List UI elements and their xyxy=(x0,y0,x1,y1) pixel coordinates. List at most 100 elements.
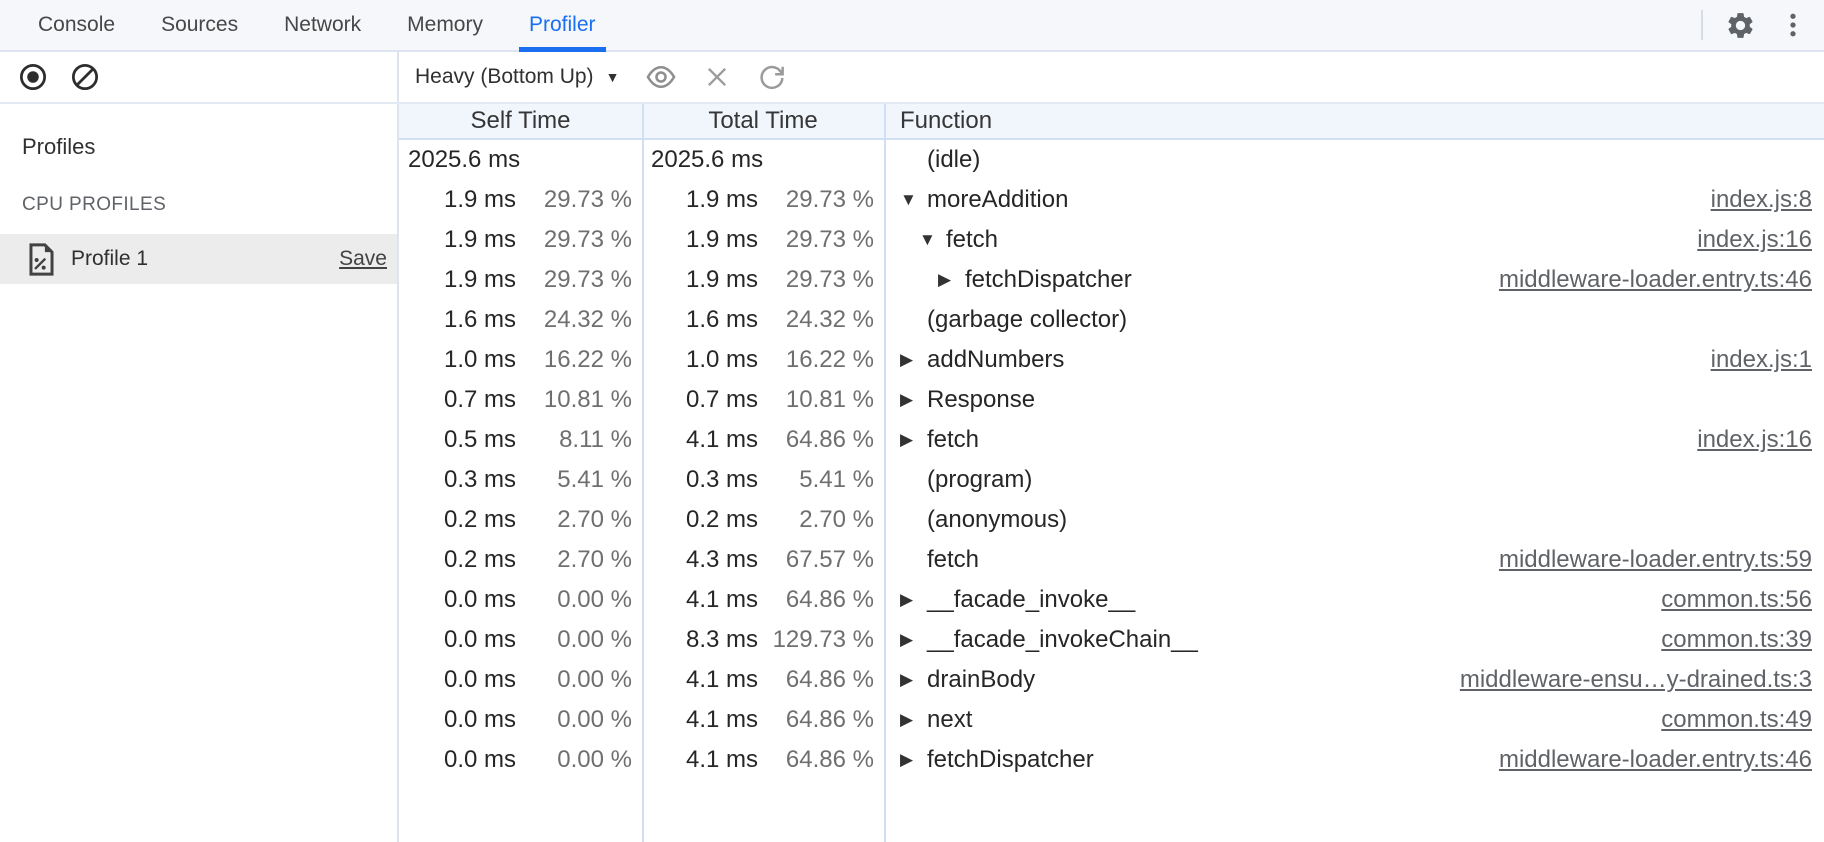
self-time-cell-ms: 1.6 ms xyxy=(404,306,516,334)
table-row[interactable]: 0.2 ms2.70 %0.2 ms2.70 %(anonymous) xyxy=(399,500,1824,540)
source-file-link[interactable]: middleware-ensu…y-drained.ts:3 xyxy=(1460,666,1812,694)
function-name: (program) xyxy=(927,466,1032,494)
tree-collapse-arrow-icon[interactable]: ▶ xyxy=(900,670,927,690)
tree-expand-arrow-icon[interactable]: ▼ xyxy=(919,230,946,250)
tree-collapse-arrow-icon[interactable]: ▶ xyxy=(900,430,927,450)
column-header-function[interactable]: Function xyxy=(884,107,992,135)
function-name: fetch xyxy=(946,226,998,254)
total-time-cell-percent: 64.86 % xyxy=(758,746,874,774)
table-row[interactable]: 1.0 ms16.22 %1.0 ms16.22 %▶addNumbersind… xyxy=(399,340,1824,380)
self-time-cell-percent: 29.73 % xyxy=(516,266,632,294)
function-name: fetch xyxy=(927,546,979,574)
tree-collapse-arrow-icon[interactable]: ▶ xyxy=(900,590,927,610)
tree-collapse-arrow-icon[interactable]: ▶ xyxy=(938,270,965,290)
table-row[interactable]: 1.9 ms29.73 %1.9 ms29.73 %▶fetchDispatch… xyxy=(399,260,1824,300)
function-cell: ▶fetchDispatchermiddleware-loader.entry.… xyxy=(884,266,1824,294)
function-name: __facade_invokeChain__ xyxy=(927,626,1198,654)
block-icon[interactable] xyxy=(70,62,100,92)
function-cell: ▶drainBodymiddleware-ensu…y-drained.ts:3 xyxy=(884,666,1824,694)
sidebar-item-profile-1[interactable]: Profile 1 Save xyxy=(0,234,397,284)
gear-icon[interactable] xyxy=(1725,10,1756,41)
source-file-link[interactable]: middleware-loader.entry.ts:59 xyxy=(1499,546,1812,574)
tree-collapse-arrow-icon[interactable]: ▶ xyxy=(900,750,927,770)
function-cell: (garbage collector) xyxy=(884,306,1824,334)
source-file-link[interactable]: index.js:16 xyxy=(1697,226,1812,254)
table-row[interactable]: 0.0 ms0.00 %4.1 ms64.86 %▶fetchDispatche… xyxy=(399,740,1824,780)
total-time-cell: 1.9 ms29.73 % xyxy=(642,266,884,294)
three-dot-menu-icon[interactable] xyxy=(1778,10,1808,40)
total-time-cell-percent: 29.73 % xyxy=(758,186,874,214)
devtools-tab-bar: Console Sources Network Memory Profiler xyxy=(0,0,1824,52)
source-file-link[interactable]: common.ts:39 xyxy=(1661,626,1812,654)
self-time-cell-ms: 0.2 ms xyxy=(404,546,516,574)
tree-collapse-arrow-icon[interactable]: ▶ xyxy=(900,390,927,410)
function-tree-node: ▶fetchDispatcher xyxy=(900,746,1094,774)
source-file-link[interactable]: index.js:8 xyxy=(1711,186,1812,214)
self-time-cell: 0.0 ms0.00 % xyxy=(399,586,642,614)
table-row[interactable]: 2025.6 ms2025.6 ms(idle) xyxy=(399,140,1824,180)
total-time-cell-percent: 10.81 % xyxy=(758,386,874,414)
table-row[interactable]: 1.9 ms29.73 %1.9 ms29.73 %▼fetchindex.js… xyxy=(399,220,1824,260)
tab-network[interactable]: Network xyxy=(268,0,377,50)
tab-sources[interactable]: Sources xyxy=(145,0,254,50)
tree-expand-arrow-icon[interactable]: ▼ xyxy=(900,190,927,210)
table-row[interactable]: 0.0 ms0.00 %4.1 ms64.86 %▶drainBodymiddl… xyxy=(399,660,1824,700)
source-file-link[interactable]: common.ts:49 xyxy=(1661,706,1812,734)
tab-profiler[interactable]: Profiler xyxy=(513,0,612,50)
table-row[interactable]: 0.2 ms2.70 % 4.3 ms67.57 % fetch middleware… xyxy=(399,540,1824,580)
self-time-cell-percent: 16.22 % xyxy=(516,346,632,374)
profile-document-icon xyxy=(28,243,55,276)
total-time-cell-percent: 16.22 % xyxy=(758,346,874,374)
total-time-cell-percent: 5.41 % xyxy=(758,466,874,494)
source-file-link[interactable]: middleware-loader.entry.ts:46 xyxy=(1499,746,1812,774)
source-file-link[interactable]: middleware-loader.entry.ts:46 xyxy=(1499,266,1812,294)
save-profile-link[interactable]: Save xyxy=(339,247,387,271)
table-row[interactable]: 1.6 ms24.32 %1.6 ms24.32 %(garbage colle… xyxy=(399,300,1824,340)
total-time-cell: 4.1 ms64.86 % xyxy=(642,746,884,774)
table-row[interactable]: 0.0 ms0.00 %4.1 ms64.86 %▶nextcommon.ts:… xyxy=(399,700,1824,740)
function-cell: ▶fetchDispatcher middleware-loader.entry.… xyxy=(884,746,1824,774)
table-row[interactable]: 0.7 ms10.81 %0.7 ms10.81 %▶Response xyxy=(399,380,1824,420)
tree-collapse-arrow-icon[interactable]: ▶ xyxy=(900,350,927,370)
table-row[interactable]: 0.5 ms8.11 %4.1 ms64.86 %▶fetchindex.js:… xyxy=(399,420,1824,460)
self-time-cell-percent: 2.70 % xyxy=(516,546,632,574)
refresh-icon[interactable] xyxy=(757,62,787,92)
self-time-cell-percent: 0.00 % xyxy=(516,706,632,734)
view-mode-dropdown[interactable]: Heavy (Bottom Up) ▼ xyxy=(415,65,619,89)
total-time-cell: 4.3 ms67.57 % xyxy=(642,546,884,574)
eye-icon[interactable] xyxy=(645,61,677,93)
close-icon[interactable] xyxy=(703,63,731,91)
tab-memory[interactable]: Memory xyxy=(391,0,499,50)
total-time-cell: 4.1 ms64.86 % xyxy=(642,706,884,734)
column-header-self-time[interactable]: Self Time xyxy=(399,107,642,135)
function-tree-node: ▶__facade_invokeChain__ xyxy=(900,626,1198,654)
self-time-cell: 1.9 ms29.73 % xyxy=(399,226,642,254)
table-row[interactable]: 0.0 ms0.00 %4.1 ms64.86 %▶__facade_invok… xyxy=(399,580,1824,620)
total-time-cell-ms: 0.3 ms xyxy=(646,466,758,494)
table-row[interactable]: 1.9 ms29.73 %1.9 ms29.73 %▼moreAdditioni… xyxy=(399,180,1824,220)
tree-collapse-arrow-icon[interactable]: ▶ xyxy=(900,630,927,650)
tree-collapse-arrow-icon[interactable]: ▶ xyxy=(900,710,927,730)
function-cell: ▼fetch index.js:16 xyxy=(884,226,1824,254)
function-cell: (anonymous) xyxy=(884,506,1824,534)
column-divider xyxy=(884,104,886,842)
self-time-cell: 0.0 ms0.00 % xyxy=(399,746,642,774)
column-header-total-time[interactable]: Total Time xyxy=(642,107,884,135)
tab-bar-divider xyxy=(1701,10,1703,40)
record-icon[interactable] xyxy=(18,62,48,92)
table-row[interactable]: 0.3 ms5.41 %0.3 ms5.41 %(program) xyxy=(399,460,1824,500)
source-file-link[interactable]: common.ts:56 xyxy=(1661,586,1812,614)
tab-strip: Console Sources Network Memory Profiler xyxy=(22,0,612,50)
total-time-cell-percent: 29.73 % xyxy=(758,266,874,294)
function-tree-node: ▼fetch xyxy=(919,226,998,254)
table-row[interactable]: 0.0 ms0.00 %8.3 ms129.73 %▶__facade_invo… xyxy=(399,620,1824,660)
function-tree-node: (anonymous) xyxy=(900,506,1067,534)
self-time-cell: 0.7 ms10.81 % xyxy=(399,386,642,414)
source-file-link[interactable]: index.js:16 xyxy=(1697,426,1812,454)
source-file-link[interactable]: index.js:1 xyxy=(1711,346,1812,374)
function-name: addNumbers xyxy=(927,346,1064,374)
total-time-cell-percent: 64.86 % xyxy=(758,426,874,454)
cpu-profiles-section-label: CPU PROFILES xyxy=(22,194,397,216)
total-time-cell-percent: 29.73 % xyxy=(758,226,874,254)
tab-console[interactable]: Console xyxy=(22,0,131,50)
